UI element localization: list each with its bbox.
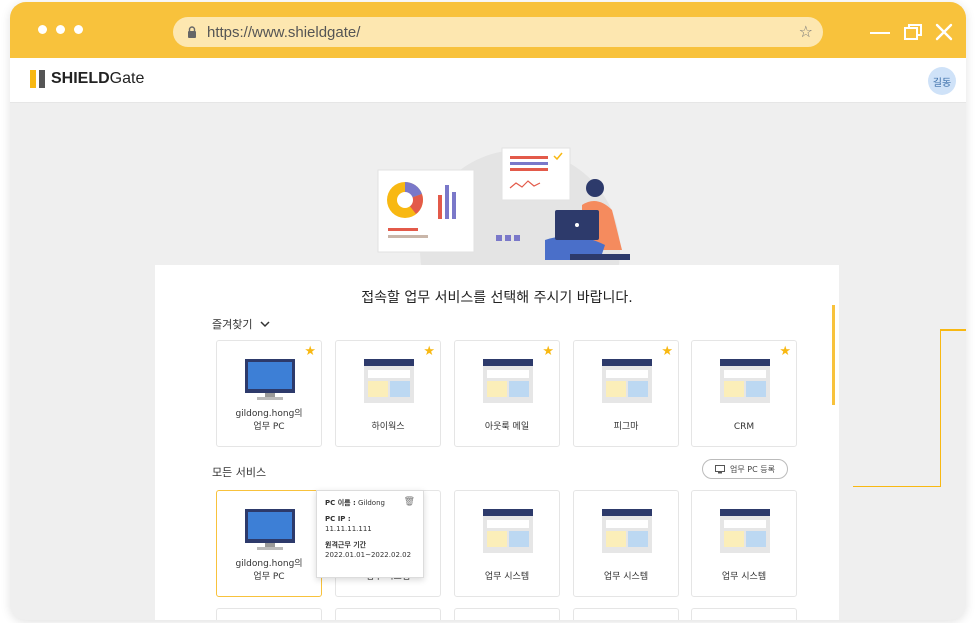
tooltip-key: PC 이름 : [325, 499, 356, 507]
tooltip-pc-name: PC 이름 : Gildong [325, 498, 415, 508]
tooltip-value: Gildong [355, 499, 385, 507]
service-tile[interactable]: 업무 시스템 [454, 490, 560, 597]
tile-label: 하이웍스 [371, 422, 405, 432]
logo-mark-icon [30, 70, 45, 88]
service-tile[interactable] [216, 608, 322, 620]
tile-label: 업무 시스템 [721, 572, 767, 582]
service-tile[interactable]: 업무 시스템 [691, 490, 797, 597]
dot-icon[interactable] [56, 25, 65, 34]
tile-label: CRM [733, 422, 755, 432]
star-icon[interactable]: ★ [661, 344, 673, 359]
tile-label-text: gildong.hong의 업무 PC [235, 559, 303, 582]
tooltip-pc-ip-key: PC IP : [325, 514, 415, 524]
avatar[interactable]: 길동 [928, 67, 956, 95]
browser-window-icon [602, 509, 652, 553]
browser-window-icon [483, 509, 533, 553]
connector-line [941, 329, 966, 331]
favorite-tile-pc[interactable]: ★ gildong.hong의 업무 PC [216, 340, 322, 447]
minimize-icon[interactable] [870, 32, 890, 34]
monitor-icon [245, 359, 295, 400]
service-tile-pc[interactable]: gildong.hong의 업무 PC [216, 490, 322, 597]
tile-label: gildong.hong의 업무 PC [217, 408, 321, 434]
favorites-toggle[interactable]: 즐겨찾기 [212, 316, 271, 332]
tile-label: 아웃룩 메일 [484, 422, 530, 432]
app-header: SHIELDGate 길동 [10, 58, 966, 103]
service-tile[interactable]: 업무 시스템 [573, 490, 679, 597]
all-services-label: 모든 서비스 [212, 466, 267, 479]
monitor-icon [715, 464, 726, 473]
browser-window-icon [483, 359, 533, 403]
close-icon[interactable] [934, 22, 954, 42]
hero-illustration [377, 147, 630, 270]
lock-icon [188, 26, 196, 38]
tile-label: 업무 시스템 [484, 572, 530, 582]
trash-icon[interactable]: 🗑 [404, 497, 415, 507]
dot-icon[interactable] [74, 25, 83, 34]
page-title: 접속할 업무 서비스를 선택해 주시기 바랍니다. [361, 290, 633, 306]
favorites-label: 즐겨찾기 [212, 318, 253, 331]
tile-label: 피그마 [613, 422, 639, 432]
browser-window-icon [602, 359, 652, 403]
register-pc-label: 업무 PC 등록 [730, 464, 775, 474]
connector-line [853, 329, 941, 487]
browser-window-icon [364, 359, 414, 403]
browser-window-icon [720, 509, 770, 553]
tooltip-remote-key: 원격근무 기간 [325, 541, 367, 549]
service-panel: 접속할 업무 서비스를 선택해 주시기 바랍니다. 즐겨찾기 ★ gildong… [155, 265, 839, 620]
favorite-tile[interactable]: ★ 피그마 [573, 340, 679, 447]
window-dots [38, 25, 83, 34]
favorite-tile[interactable]: ★ CRM [691, 340, 797, 447]
service-tile[interactable] [691, 608, 797, 620]
dot-icon[interactable] [38, 25, 47, 34]
star-icon[interactable]: ★ [779, 344, 791, 359]
logo-text-regular: Gate [109, 70, 145, 87]
star-icon[interactable]: ★ [423, 344, 435, 359]
service-tile[interactable] [335, 608, 441, 620]
tile-label: 업무 시스템 [603, 572, 649, 582]
star-icon[interactable]: ★ [304, 344, 316, 359]
tooltip-remote-value: 2022.01.01~2022.02.02 [325, 551, 412, 559]
logo-text: SHIELDGate [51, 70, 144, 88]
service-tile[interactable] [454, 608, 560, 620]
tooltip-pc-ip-value: 11.11.11.111 [325, 525, 372, 533]
tile-label: gildong.hong의 업무 PC [217, 558, 321, 584]
monitor-icon [245, 509, 295, 550]
bookmark-star-icon[interactable]: ☆ [799, 22, 813, 41]
scrollbar[interactable] [832, 305, 835, 405]
browser-window-icon [720, 359, 770, 403]
restore-window-icon[interactable] [903, 23, 923, 41]
tile-label-text: gildong.hong의 업무 PC [235, 409, 303, 432]
logo-text-bold: SHIELD [51, 70, 110, 87]
shieldgate-logo[interactable]: SHIELDGate [30, 70, 144, 88]
favorite-tile[interactable]: ★ 하이웍스 [335, 340, 441, 447]
register-pc-button[interactable]: 업무 PC 등록 [702, 459, 788, 479]
url-text[interactable]: https://www.shieldgate/ [207, 24, 360, 41]
browser-titlebar: https://www.shieldgate/ ☆ [10, 2, 966, 58]
chevron-down-icon [260, 320, 271, 327]
tooltip-key: PC IP : [325, 515, 351, 523]
address-bar[interactable]: https://www.shieldgate/ ☆ [173, 17, 823, 47]
pc-info-tooltip: 🗑 PC 이름 : Gildong PC IP : 11.11.11.111 원… [316, 490, 424, 578]
browser-window: https://www.shieldgate/ ☆ SHIELDGate 길동 [10, 2, 966, 620]
favorite-tile[interactable]: ★ 아웃룩 메일 [454, 340, 560, 447]
service-tile[interactable] [573, 608, 679, 620]
star-icon[interactable]: ★ [542, 344, 554, 359]
